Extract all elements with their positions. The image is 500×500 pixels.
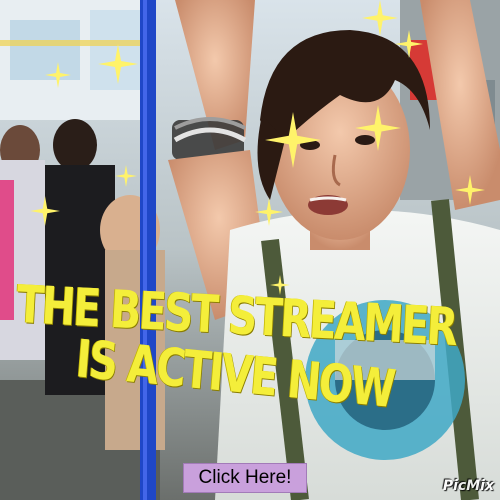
sparkle-icon [355,105,401,151]
photo-background [0,0,500,500]
sparkle-icon [255,198,283,226]
animated-graphic: THE BEST STREAMER IS ACTIVE NOW Click He… [0,0,500,500]
sparkle-icon [265,112,321,168]
sparkle-icon [455,175,485,205]
click-here-button[interactable]: Click Here! [183,463,307,493]
sparkle-icon [45,62,71,88]
sparkle-icon [98,44,138,84]
sparkle-icon [362,0,398,36]
sparkle-icon [115,165,137,187]
sparkle-icon [395,30,423,58]
picmix-watermark: PicMix [442,478,494,494]
headline: THE BEST STREAMER IS ACTIVE NOW [12,275,457,420]
sparkle-icon [30,196,60,226]
